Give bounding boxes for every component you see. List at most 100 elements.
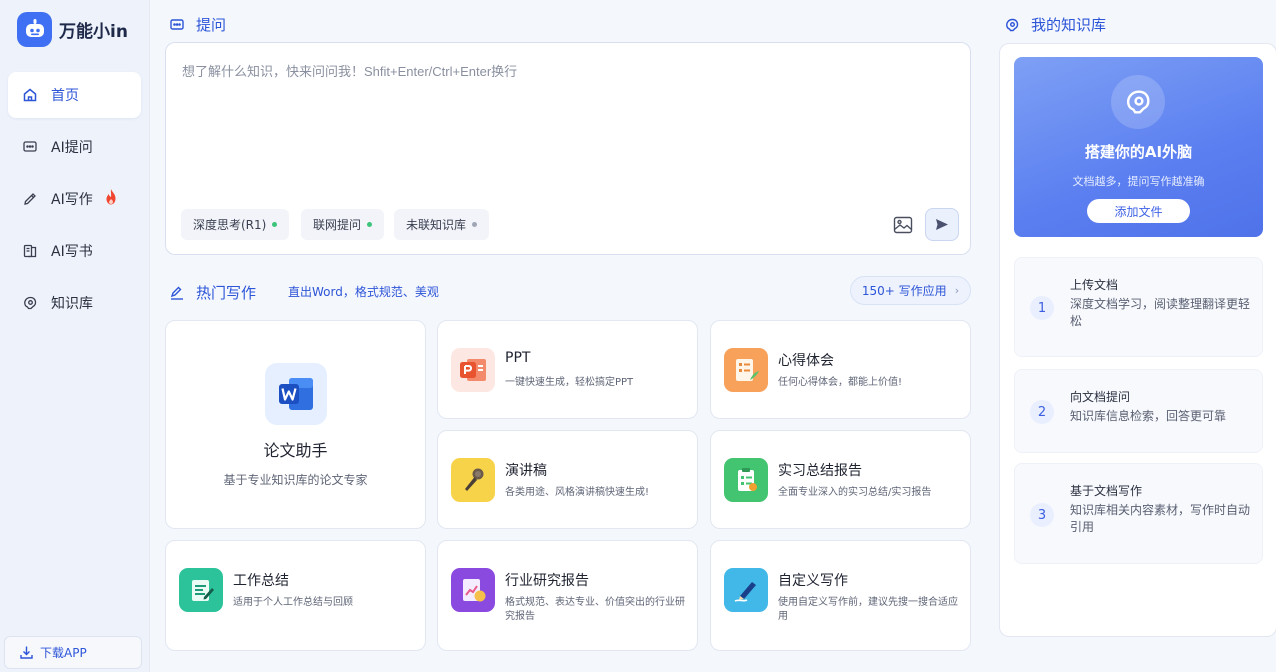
step-number: 1 — [1030, 296, 1054, 320]
edit-icon — [168, 284, 186, 302]
step-title: 向文档提问 — [1070, 390, 1131, 404]
step-desc: 知识库信息检索，回答更可靠 — [1070, 409, 1227, 423]
send-button[interactable] — [925, 208, 959, 241]
sidebar-item-label: 知识库 — [51, 296, 93, 312]
step-number: 3 — [1030, 503, 1054, 527]
banner-title: 搭建你的AI外脑 — [1084, 143, 1193, 161]
ask-title-label: 提问 — [196, 16, 227, 34]
card-title: 实习总结报告 — [778, 463, 862, 479]
card-title: 论文助手 — [263, 441, 328, 460]
chat-icon — [168, 16, 186, 34]
chip-label: 未联知识库 — [406, 218, 467, 232]
sidebar-item-label: AI提问 — [51, 140, 93, 156]
download-icon — [19, 645, 34, 660]
card-desc: 任何心得体会，都能上价值! — [778, 377, 903, 388]
sidebar: 万能小in 首页 AI提问 AI写作 AI写书 知识库 下载APP — [0, 0, 150, 672]
brand-name: 万能小in — [59, 21, 128, 42]
sidebar-item-label: 首页 — [51, 88, 79, 104]
brain-icon — [21, 294, 39, 312]
card-internship-report[interactable]: 实习总结报告 全面专业深入的实习总结/实习报告 — [710, 430, 971, 529]
custom-pen-icon — [724, 568, 768, 612]
chat-icon — [21, 138, 39, 156]
card-title: 自定义写作 — [778, 573, 848, 589]
card-speech[interactable]: 演讲稿 各类用途、风格演讲稿快速生成! — [437, 430, 698, 529]
card-title: PPT — [505, 350, 531, 366]
step-upload: 1 上传文档 深度文档学习，阅读整理翻译更轻松 — [1014, 257, 1263, 357]
clipboard-icon — [724, 458, 768, 502]
hot-writing-subtitle: 直出Word，格式规范、美观 — [288, 285, 439, 299]
ppt-icon — [451, 348, 495, 392]
knowledge-title-label: 我的知识库 — [1031, 16, 1107, 34]
ask-section-title: 提问 — [168, 14, 226, 35]
download-app-button[interactable]: 下载APP — [4, 636, 142, 669]
question-input[interactable] — [182, 61, 952, 191]
more-apps-label: 150+ 写作应用 — [861, 284, 947, 298]
step-title: 基于文档写作 — [1070, 484, 1143, 498]
card-desc: 格式规范、表达专业、价值突出的行业研究报告 — [505, 597, 685, 622]
card-thesis-assistant[interactable]: 论文助手 基于专业知识库的论文专家 — [165, 320, 426, 529]
word-icon — [265, 363, 327, 425]
hot-writing-title: 热门写作 — [168, 282, 256, 303]
download-app-label: 下载APP — [40, 646, 87, 660]
card-desc: 基于专业知识库的论文专家 — [223, 473, 368, 487]
step-desc: 深度文档学习，阅读整理翻译更轻松 — [1070, 297, 1251, 328]
sidebar-item-label: AI写作 — [51, 192, 93, 208]
sidebar-item-ai-book[interactable]: AI写书 — [8, 228, 141, 274]
card-desc: 全面专业深入的实习总结/实习报告 — [778, 487, 932, 498]
knowledge-section-title: 我的知识库 — [1003, 14, 1106, 35]
card-title: 心得体会 — [778, 353, 834, 369]
deep-think-chip[interactable]: 深度思考(R1) — [181, 209, 290, 240]
banner-subtitle: 文档越多，提问写作越准确 — [1072, 175, 1205, 188]
microphone-icon — [451, 458, 495, 502]
add-file-button[interactable]: 添加文件 — [1087, 199, 1190, 223]
more-apps-button[interactable]: 150+ 写作应用 › — [850, 276, 971, 305]
chip-label: 深度思考(R1) — [193, 218, 267, 232]
step-title: 上传文档 — [1070, 278, 1119, 292]
brain-icon — [1003, 16, 1021, 34]
step-number: 2 — [1030, 400, 1054, 424]
sidebar-item-home[interactable]: 首页 — [8, 72, 141, 118]
card-desc: 使用自定义写作前，建议先搜一搜合适应用 — [778, 597, 958, 622]
brand[interactable]: 万能小in — [0, 0, 149, 58]
book-icon — [21, 242, 39, 260]
home-icon — [21, 86, 39, 104]
report-icon — [451, 568, 495, 612]
knowledge-banner: 搭建你的AI外脑 文档越多，提问写作越准确 添加文件 — [1014, 57, 1263, 237]
card-work-summary[interactable]: 工作总结 适用于个人工作总结与回顾 — [165, 540, 426, 651]
send-icon — [935, 218, 949, 231]
sidebar-item-ai-write[interactable]: AI写作 — [8, 176, 141, 222]
card-title: 演讲稿 — [505, 463, 547, 479]
step-ask-docs: 2 向文档提问 知识库信息检索，回答更可靠 — [1014, 369, 1263, 453]
card-ppt[interactable]: PPT 一键快速生成，轻松搞定PPT — [437, 320, 698, 419]
ask-box: 深度思考(R1) 联网提问 未联知识库 — [165, 42, 971, 255]
image-upload-icon[interactable] — [892, 215, 914, 235]
knowledge-base-chip[interactable]: 未联知识库 — [394, 209, 490, 240]
step-desc: 知识库相关内容素材，写作时自动引用 — [1070, 503, 1251, 534]
card-title: 行业研究报告 — [505, 573, 589, 589]
summary-icon — [179, 568, 223, 612]
card-industry-report[interactable]: 行业研究报告 格式规范、表达专业、价值突出的行业研究报告 — [437, 540, 698, 651]
brain-icon — [1111, 75, 1165, 129]
card-custom-writing[interactable]: 自定义写作 使用自定义写作前，建议先搜一搜合适应用 — [710, 540, 971, 651]
sidebar-item-label: AI写书 — [51, 244, 93, 260]
status-dot — [272, 222, 278, 227]
notes-icon — [724, 348, 768, 392]
card-desc: 一键快速生成，轻松搞定PPT — [505, 377, 634, 388]
main-nav: 首页 AI提问 AI写作 AI写书 知识库 — [0, 72, 149, 326]
status-dot — [472, 222, 478, 227]
robot-logo-icon — [17, 11, 52, 47]
chip-label: 联网提问 — [313, 218, 362, 232]
fire-icon — [103, 188, 119, 210]
card-desc: 适用于个人工作总结与回顾 — [233, 597, 353, 608]
status-dot — [367, 222, 373, 227]
sidebar-item-knowledge[interactable]: 知识库 — [8, 280, 141, 326]
chevron-right-icon: › — [954, 284, 960, 297]
sidebar-item-ai-ask[interactable]: AI提问 — [8, 124, 141, 170]
card-desc: 各类用途、风格演讲稿快速生成! — [505, 487, 650, 498]
step-write-docs: 3 基于文档写作 知识库相关内容素材，写作时自动引用 — [1014, 463, 1263, 564]
pen-icon — [21, 190, 39, 208]
web-search-chip[interactable]: 联网提问 — [301, 209, 385, 240]
card-reflection[interactable]: 心得体会 任何心得体会，都能上价值! — [710, 320, 971, 419]
knowledge-panel: 搭建你的AI外脑 文档越多，提问写作越准确 添加文件 1 上传文档 深度文档学习… — [999, 43, 1276, 637]
card-title: 工作总结 — [233, 573, 289, 589]
